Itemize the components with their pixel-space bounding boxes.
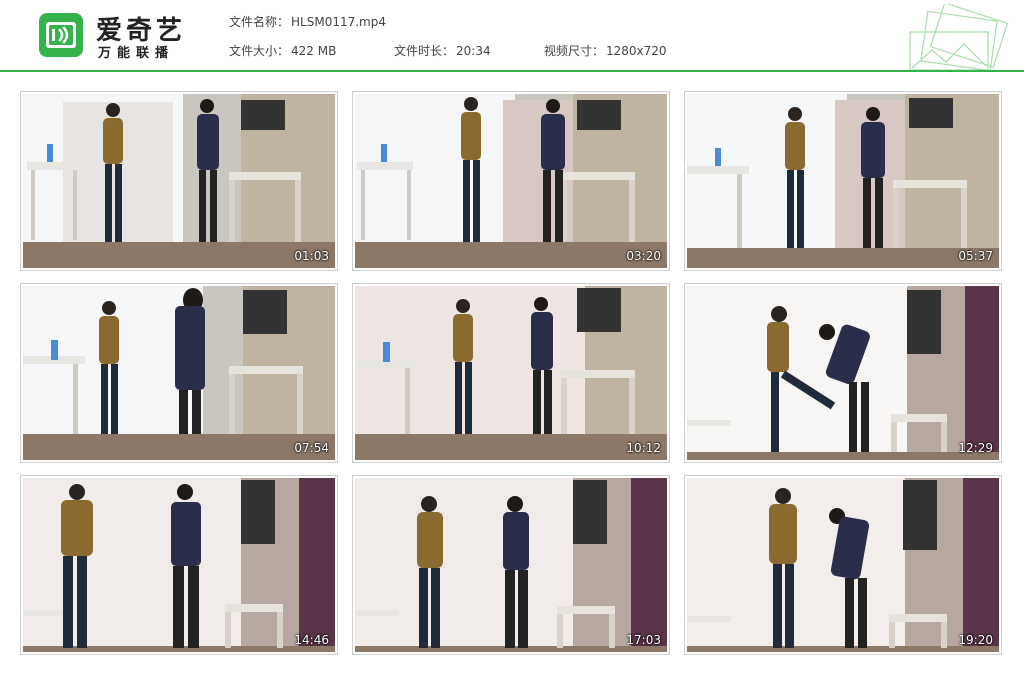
thumbnail-timestamp: 14:46 xyxy=(294,633,329,647)
thumbnail-frame[interactable]: 14:46 xyxy=(20,475,338,655)
header-divider xyxy=(0,70,1024,72)
video-frame-image xyxy=(687,94,999,268)
thumbnail-timestamp: 19:20 xyxy=(958,633,993,647)
file-size-info: 文件大小： 422 MB xyxy=(229,42,336,59)
header: 爱奇艺 万能联播 文件名称： HLSM0117.mp4 文件大小： 422 MB 文… xyxy=(0,0,1024,72)
file-duration-value: 20:34 xyxy=(456,44,491,58)
video-frame-image xyxy=(355,286,667,460)
file-size-value: 422 MB xyxy=(291,44,337,58)
thumbnail-timestamp: 07:54 xyxy=(294,441,329,455)
file-size-label: 文件大小： xyxy=(229,44,290,58)
thumbnail-timestamp: 05:37 xyxy=(958,249,993,263)
video-frame-image xyxy=(23,478,335,652)
video-frame-image xyxy=(23,94,335,268)
decorative-pictures-icon xyxy=(909,4,1009,70)
thumbnail-timestamp: 12:29 xyxy=(958,441,993,455)
file-name-info: 文件名称： HLSM0117.mp4 xyxy=(229,13,386,30)
video-frame-image xyxy=(355,94,667,268)
file-duration-label: 文件时长： xyxy=(394,44,455,58)
iqiyi-logo-icon xyxy=(39,13,83,57)
thumbnail-timestamp: 17:03 xyxy=(626,633,661,647)
thumbnail-timestamp: 10:12 xyxy=(626,441,661,455)
thumbnail-frame[interactable]: 01:03 xyxy=(20,91,338,271)
brand-subtitle: 万能联播 xyxy=(98,46,175,61)
thumbnail-frame[interactable]: 10:12 xyxy=(352,283,670,463)
file-duration-info: 文件时长： 20:34 xyxy=(394,42,491,59)
video-dimensions-label: 视频尺寸： xyxy=(544,44,605,58)
thumbnail-frame[interactable]: 19:20 xyxy=(684,475,1002,655)
thumbnail-frame[interactable]: 03:20 xyxy=(352,91,670,271)
thumbnail-frame[interactable]: 17:03 xyxy=(352,475,670,655)
video-frame-image xyxy=(687,478,999,652)
thumbnail-frame[interactable]: 12:29 xyxy=(684,283,1002,463)
thumbnail-frame[interactable]: 05:37 xyxy=(684,91,1002,271)
video-dimensions-value: 1280x720 xyxy=(606,44,667,58)
file-name-value: HLSM0117.mp4 xyxy=(291,15,386,29)
thumbnail-frame[interactable]: 07:54 xyxy=(20,283,338,463)
video-dimensions-info: 视频尺寸： 1280x720 xyxy=(544,42,667,59)
file-name-label: 文件名称： xyxy=(229,15,290,29)
video-frame-image xyxy=(23,286,335,460)
video-frame-image xyxy=(355,478,667,652)
thumbnail-timestamp: 03:20 xyxy=(626,249,661,263)
video-frame-image xyxy=(687,286,999,460)
thumbnail-timestamp: 01:03 xyxy=(294,249,329,263)
